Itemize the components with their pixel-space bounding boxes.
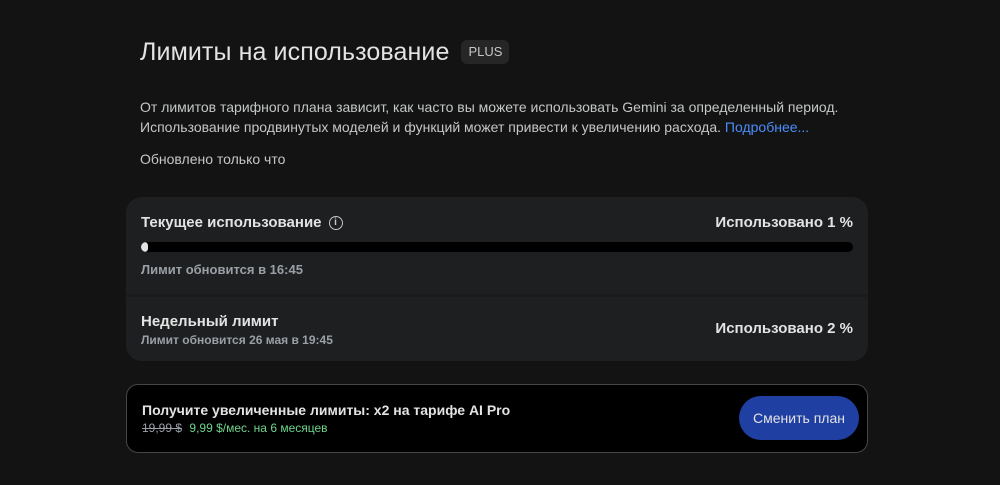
usage-limits-page: Лимиты на использование PLUS От лимитов … [0,0,1000,485]
usage-card: Текущее использование i Использовано 1 %… [126,197,868,361]
weekly-limit-reset-note: Лимит обновится 26 мая в 19:45 [141,333,333,347]
weekly-limit-value: Использовано 2 % [715,320,853,337]
upgrade-offer-card: Получите увеличенные лимиты: x2 на тариф… [126,384,868,453]
page-title: Лимиты на использование [140,38,450,66]
change-plan-button[interactable]: Сменить план [739,396,859,440]
current-usage-progress-fill [141,242,149,252]
current-usage-section: Текущее использование i Использовано 1 %… [126,197,868,294]
current-usage-title: Текущее использование [141,214,322,231]
current-usage-header: Текущее использование i [141,213,343,233]
upgrade-offer-price: 19,99 $ 9,99 $/мес. на 6 месяцев [142,420,328,436]
limits-description: От лимитов тарифного плана зависит, как … [140,97,880,137]
plan-badge: PLUS [461,40,510,64]
new-price: 9,99 $/мес. на 6 месяцев [189,421,328,435]
current-usage-value: Использовано 1 % [715,214,853,231]
learn-more-link[interactable]: Подробнее... [725,119,809,135]
updated-status: Обновлено только что [140,151,286,167]
page-header: Лимиты на использование PLUS [140,36,510,68]
old-price: 19,99 $ [142,421,183,435]
weekly-limit-title: Недельный лимит [141,313,279,330]
current-usage-reset-note: Лимит обновится в 16:45 [141,262,303,277]
upgrade-offer-title: Получите увеличенные лимиты: x2 на тариф… [142,402,511,418]
info-icon[interactable]: i [328,216,343,230]
current-usage-progress-bar [141,242,853,252]
weekly-limit-section: Недельный лимит Лимит обновится 26 мая в… [126,297,868,361]
